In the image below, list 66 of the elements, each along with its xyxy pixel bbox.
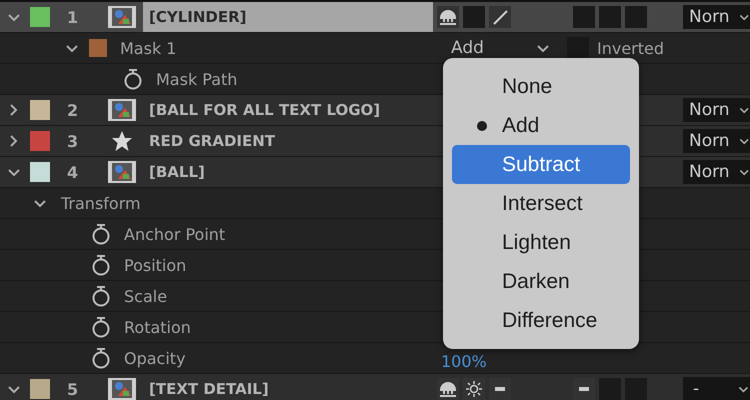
dash-icon — [495, 387, 505, 391]
menu-item[interactable]: Lighten — [452, 223, 630, 262]
layer-name[interactable]: [BALL] — [143, 157, 437, 187]
layer-name[interactable]: RED GRADIENT — [143, 126, 437, 156]
footage-icon — [108, 6, 136, 28]
switch[interactable] — [437, 6, 459, 28]
layer-row[interactable]: 5 [TEXT DETAIL] - — [0, 374, 750, 400]
menu-item[interactable]: Difference — [452, 301, 630, 340]
slash-icon — [492, 9, 508, 25]
group-label[interactable]: Transform — [61, 194, 141, 212]
label-swatch[interactable] — [30, 379, 50, 399]
dash-icon — [579, 387, 589, 391]
menu-item[interactable]: Darken — [452, 262, 630, 301]
blend-mode-dropdown[interactable]: Norn — [683, 160, 750, 184]
label-swatch[interactable] — [30, 131, 50, 151]
menu-item[interactable]: Subtract — [452, 145, 630, 184]
stopwatch-icon[interactable] — [91, 347, 111, 369]
blend-mode-dropdown[interactable]: Norn — [683, 129, 750, 153]
label-swatch[interactable] — [30, 162, 50, 182]
footage-icon — [108, 378, 136, 400]
layer-number: 3 — [67, 132, 78, 150]
label-swatch[interactable] — [30, 100, 50, 120]
stopwatch-icon[interactable] — [91, 285, 111, 307]
layer-name[interactable]: [BALL FOR ALL TEXT LOGO] — [143, 95, 437, 125]
layer-name[interactable]: [CYLINDER] — [143, 2, 433, 32]
stopwatch-icon[interactable] — [91, 223, 111, 245]
property-label: Position — [124, 256, 186, 274]
property-value[interactable]: 100% — [437, 346, 487, 370]
puppet-icon — [438, 8, 458, 26]
mask-swatch[interactable] — [89, 39, 107, 57]
blend-mode-dropdown[interactable]: Norn — [683, 98, 750, 122]
puppet-icon — [438, 380, 458, 398]
property-label: Scale — [124, 286, 168, 306]
footage-icon — [108, 99, 136, 121]
stopwatch-icon[interactable] — [91, 254, 111, 276]
blend-mode-dropdown[interactable]: - — [683, 377, 750, 400]
label-swatch[interactable] — [30, 7, 50, 27]
layer-row[interactable]: 1 [CYLINDER] Norn — [0, 2, 750, 33]
sun-icon — [466, 381, 482, 397]
stopwatch-icon[interactable] — [123, 68, 143, 90]
blend-mode-dropdown[interactable]: Norn — [683, 5, 750, 29]
mask-name[interactable]: Mask 1 — [120, 38, 176, 58]
switch[interactable] — [573, 378, 595, 400]
layer-number: 1 — [67, 8, 78, 26]
layer-number: 4 — [67, 162, 78, 182]
switch[interactable] — [489, 6, 511, 28]
layer-number: 5 — [67, 380, 78, 398]
switch[interactable] — [489, 378, 511, 400]
switch[interactable] — [463, 6, 485, 28]
property-label: Anchor Point — [124, 224, 226, 244]
inverted-label: Inverted — [597, 38, 664, 58]
mask-mode-dropdown[interactable]: Add — [443, 35, 559, 61]
switch[interactable] — [625, 6, 647, 28]
switch[interactable] — [437, 378, 459, 400]
property-label: Mask Path — [156, 70, 238, 88]
stopwatch-icon[interactable] — [91, 316, 111, 338]
switch[interactable] — [463, 378, 485, 400]
star-icon — [111, 130, 133, 152]
switch[interactable] — [599, 6, 621, 28]
property-label: Opacity — [124, 348, 186, 368]
layer-number: 2 — [67, 100, 78, 120]
switch[interactable] — [573, 6, 595, 28]
property-label: Rotation — [124, 318, 191, 336]
footage-icon — [108, 161, 136, 183]
inverted-checkbox[interactable] — [567, 37, 589, 59]
layer-name[interactable]: [TEXT DETAIL] — [143, 374, 437, 400]
